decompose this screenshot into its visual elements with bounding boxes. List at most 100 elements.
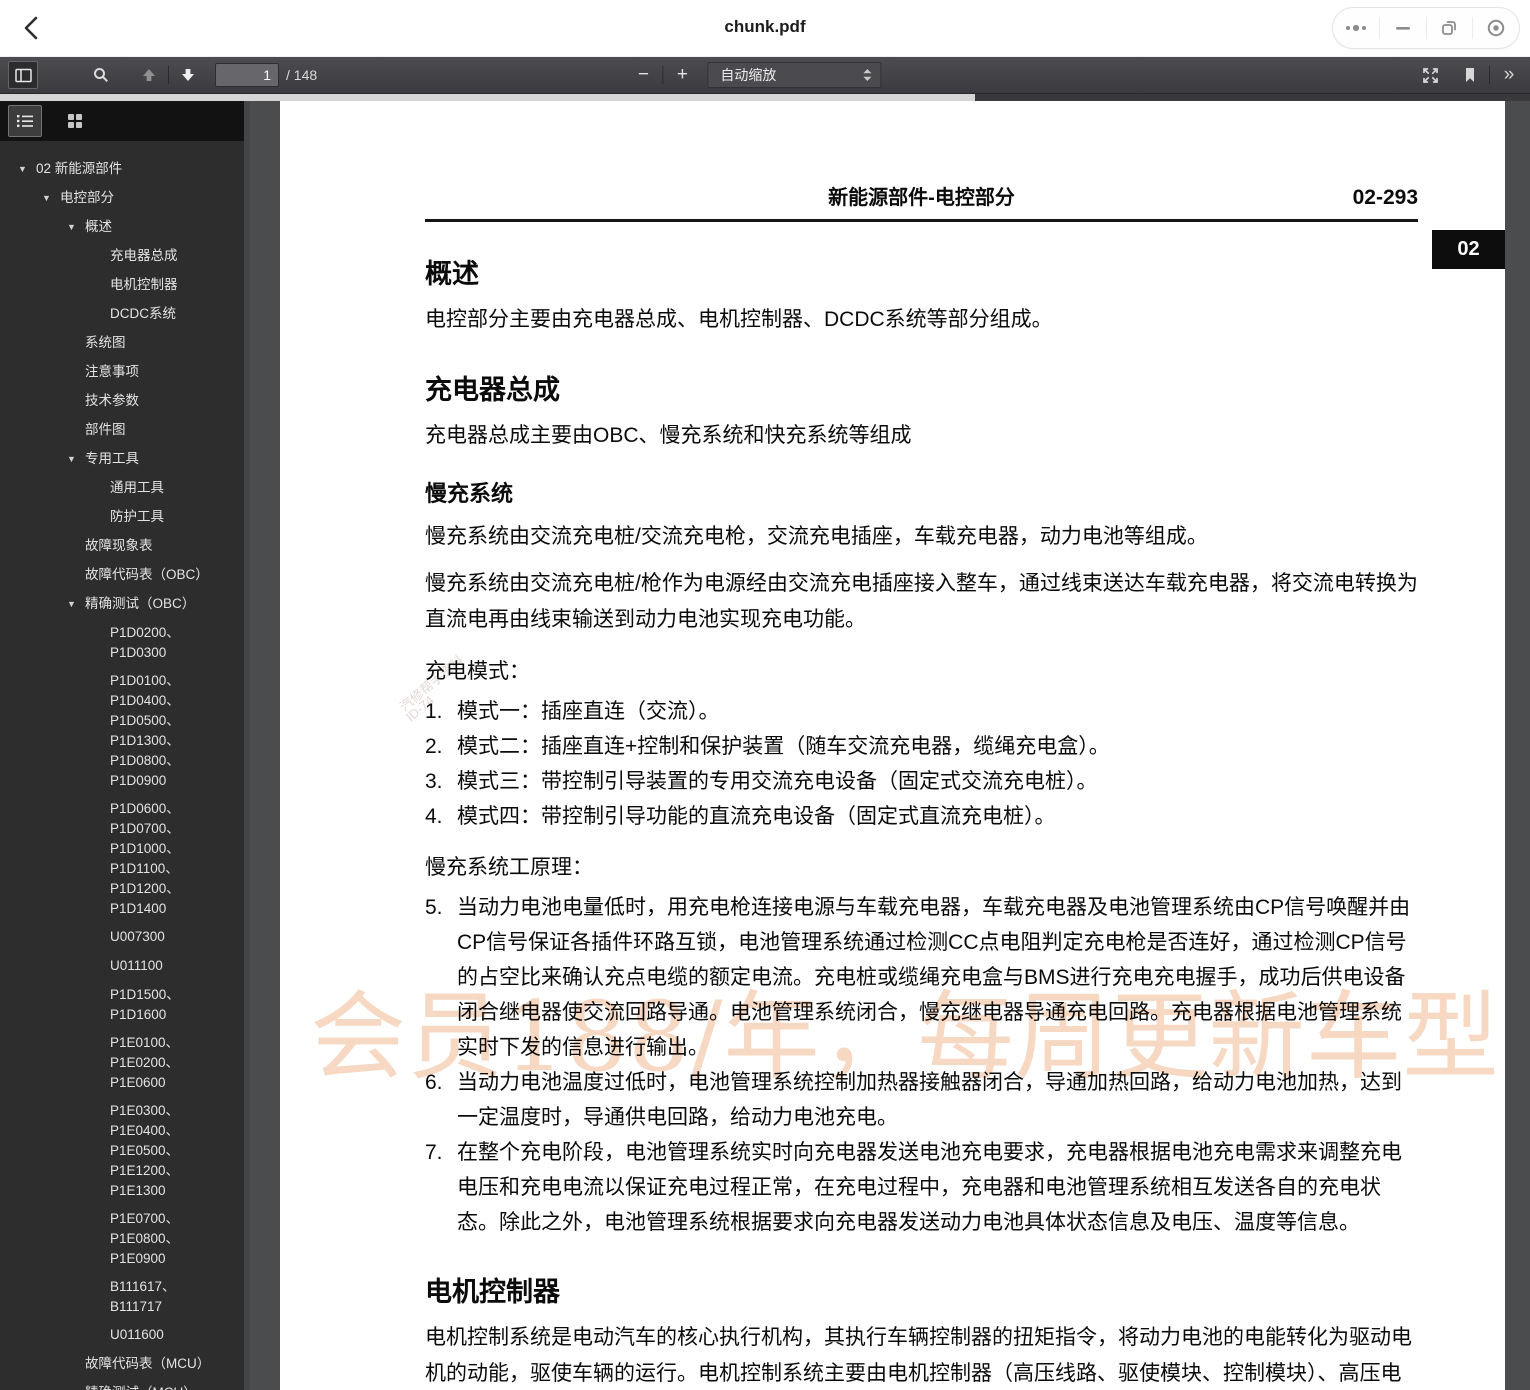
outline-item[interactable]: 防护工具 xyxy=(0,503,244,532)
outline-item[interactable]: 精确测试（MCU） xyxy=(0,1379,244,1390)
more-menu-button[interactable] xyxy=(1333,8,1379,48)
outline-item[interactable]: 02 新能源部件 xyxy=(0,155,244,184)
running-header: 新能源部件-电控部分 02-293 xyxy=(425,101,1418,222)
list-number: 6. xyxy=(425,1065,457,1135)
doc-block: 5. 当动力电池电量低时，用充电枪连接电源与车载充电器，车载充电器及电池管理系统… xyxy=(425,890,1418,1065)
document-title: chunk.pdf xyxy=(0,17,1530,37)
outline-item[interactable]: U011100 xyxy=(0,952,244,981)
outline-item-label: 防护工具 xyxy=(110,507,164,528)
outline-item[interactable]: P1E0300、 P1E0400、 P1E0500、 P1E1200、 P1E1… xyxy=(0,1097,244,1205)
block-text: 在整个充电阶段，电池管理系统实时向充电器发送电池充电要求，充电器根据电池充电需求… xyxy=(457,1135,1418,1240)
multi-window-icon xyxy=(1440,19,1458,37)
outline-item-label: DCDC系统 xyxy=(110,304,176,325)
outline-item[interactable]: 精确测试（OBC） xyxy=(0,590,244,619)
pdf-page: 会员188/年，每周更新车型 汽修帮手资料 ID-74 02 新能源部件-电控部… xyxy=(280,101,1505,1390)
doc-block: 慢充系统 xyxy=(425,476,1418,508)
block-text: 充电模式： xyxy=(425,660,530,683)
outline-item[interactable]: 概述 xyxy=(0,213,244,242)
outline-item[interactable]: P1D0200、 P1D0300 xyxy=(0,619,244,667)
outline-item[interactable]: 通用工具 xyxy=(0,474,244,503)
outline-item[interactable]: 故障代码表（MCU） xyxy=(0,1350,244,1379)
toggle-sidebar-button[interactable] xyxy=(8,61,38,89)
minimize-button[interactable] xyxy=(1380,8,1426,48)
sidebar-toggle-icon xyxy=(15,68,32,83)
outline-item[interactable]: 系统图 xyxy=(0,329,244,358)
expand-triangle-icon xyxy=(67,594,85,615)
pdf-viewer-area[interactable]: 会员188/年，每周更新车型 汽修帮手资料 ID-74 02 新能源部件-电控部… xyxy=(250,101,1530,1390)
document-outline: 02 新能源部件 电控部分 概述 充电器总成 xyxy=(0,141,244,1390)
outline-item[interactable]: DCDC系统 xyxy=(0,300,244,329)
outline-item[interactable]: 电控部分 xyxy=(0,184,244,213)
pdf-sidebar: 02 新能源部件 电控部分 概述 充电器总成 xyxy=(0,101,250,1390)
outline-item[interactable]: U011600 xyxy=(0,1321,244,1350)
zoom-level-select[interactable]: 自动缩放 xyxy=(707,62,881,88)
secondary-toolbar-button[interactable]: » xyxy=(1494,64,1524,86)
outline-item[interactable]: P1D0100、 P1D0400、 P1D0500、 P1D1300、 P1D0… xyxy=(0,667,244,795)
outline-item-label: 电机控制器 xyxy=(110,275,178,296)
list-number: 3. xyxy=(425,764,457,799)
outline-item-label: 系统图 xyxy=(85,333,126,354)
thumbnails-view-button[interactable] xyxy=(58,105,92,137)
outline-view-button[interactable] xyxy=(8,105,42,137)
page-content: 新能源部件-电控部分 02-293 概述 电控部分主要由充电器总成、电机控制器、… xyxy=(280,101,1505,1390)
browser-top-bar: chunk.pdf xyxy=(0,0,1530,57)
document-body: 概述 电控部分主要由充电器总成、电机控制器、DCDC系统等部分组成。 充电器总成 xyxy=(425,252,1418,1390)
zoom-level-value: 自动缩放 xyxy=(720,65,862,85)
expand-triangle-icon xyxy=(67,1383,85,1390)
loading-bar-track xyxy=(0,94,1530,101)
doc-block: 慢充系统由交流充电桩/交流充电枪，交流充电插座，车载充电器，动力电池等组成。 xyxy=(425,519,1418,555)
loading-bar-progress xyxy=(0,94,975,101)
presentation-mode-button[interactable] xyxy=(1415,61,1445,89)
outline-list-icon xyxy=(16,113,34,129)
block-text: 慢充系统由交流充电桩/枪作为电源经由交流充电插座接入整车，通过线束送达车载充电器… xyxy=(425,572,1418,631)
outline-item[interactable]: 技术参数 xyxy=(0,387,244,416)
block-text: 慢充系统由交流充电桩/交流充电枪，交流充电插座，车载充电器，动力电池等组成。 xyxy=(425,525,1208,548)
toolbar-separator xyxy=(1489,66,1490,84)
home-circle-button[interactable] xyxy=(1473,8,1519,48)
select-arrows-icon xyxy=(862,68,872,82)
outline-item[interactable]: 故障现象表 xyxy=(0,532,244,561)
outline-item[interactable]: 注意事项 xyxy=(0,358,244,387)
zoom-out-button[interactable]: − xyxy=(628,64,658,86)
page-number-input[interactable] xyxy=(215,63,279,87)
block-text: 模式四：带控制引导功能的直流充电设备（固定式直流充电桩）。 xyxy=(457,799,1418,834)
outline-item-label: 部件图 xyxy=(85,420,126,441)
doc-block: 电控部分主要由充电器总成、电机控制器、DCDC系统等部分组成。 xyxy=(425,302,1418,338)
doc-block: 充电器总成主要由OBC、慢充系统和快充系统等组成 xyxy=(425,418,1418,454)
block-text: 电控部分主要由充电器总成、电机控制器、DCDC系统等部分组成。 xyxy=(425,308,1053,331)
outline-item-label: 故障现象表 xyxy=(85,536,153,557)
list-number: 5. xyxy=(425,890,457,1065)
doc-block: 3. 模式三：带控制引导装置的专用交流充电设备（固定式交流充电桩）。 xyxy=(425,764,1418,799)
doc-block: 电机控制系统是电动汽车的核心执行机构，其执行车辆控制器的扭矩指令，将动力电池的电… xyxy=(425,1320,1418,1390)
previous-page-button[interactable] xyxy=(134,61,164,89)
outline-item[interactable]: 故障代码表（OBC） xyxy=(0,561,244,590)
outline-item-label: 精确测试（MCU） xyxy=(85,1383,197,1390)
outline-item[interactable]: P1E0700、 P1E0800、 P1E0900 xyxy=(0,1205,244,1273)
outline-item[interactable]: 充电器总成 xyxy=(0,242,244,271)
outline-item[interactable]: 部件图 xyxy=(0,416,244,445)
doc-block: 慢充系统由交流充电桩/枪作为电源经由交流充电插座接入整车，通过线束送达车载充电器… xyxy=(425,566,1418,638)
block-text: 模式三：带控制引导装置的专用交流充电设备（固定式交流充电桩）。 xyxy=(457,764,1418,799)
outline-item[interactable]: U007300 xyxy=(0,923,244,952)
outline-item[interactable]: P1D0600、 P1D0700、 P1D1000、 P1D1100、 P1D1… xyxy=(0,795,244,923)
multi-window-button[interactable] xyxy=(1427,8,1473,48)
doc-block: 概述 xyxy=(425,252,1418,291)
outline-item[interactable]: P1E0100、 P1E0200、 P1E0600 xyxy=(0,1029,244,1097)
outline-item-label: P1E0300、 P1E0400、 P1E0500、 P1E1200、 P1E1… xyxy=(110,1101,179,1201)
outline-item[interactable]: 专用工具 xyxy=(0,445,244,474)
next-page-button[interactable] xyxy=(173,61,203,89)
bookmark-button[interactable] xyxy=(1455,61,1485,89)
block-text: 当动力电池电量低时，用充电枪连接电源与车载充电器，车载充电器及电池管理系统由CP… xyxy=(457,890,1418,1065)
outline-item[interactable]: 电机控制器 xyxy=(0,271,244,300)
zoom-controls: − + 自动缩放 xyxy=(628,62,881,88)
find-button[interactable] xyxy=(86,61,116,89)
outline-item-label: 充电器总成 xyxy=(110,246,178,267)
doc-block: 7. 在整个充电阶段，电池管理系统实时向充电器发送电池充电要求，充电器根据电池充… xyxy=(425,1135,1418,1240)
outline-item[interactable]: P1D1500、 P1D1600 xyxy=(0,981,244,1029)
page-count-label: / 148 xyxy=(286,67,317,83)
zoom-in-button[interactable]: + xyxy=(667,64,697,86)
expand-triangle-icon xyxy=(67,217,85,238)
outline-item-label: B111617、 B111717 xyxy=(110,1277,176,1317)
doc-block: 充电器总成 xyxy=(425,368,1418,407)
outline-item[interactable]: B111617、 B111717 xyxy=(0,1273,244,1321)
